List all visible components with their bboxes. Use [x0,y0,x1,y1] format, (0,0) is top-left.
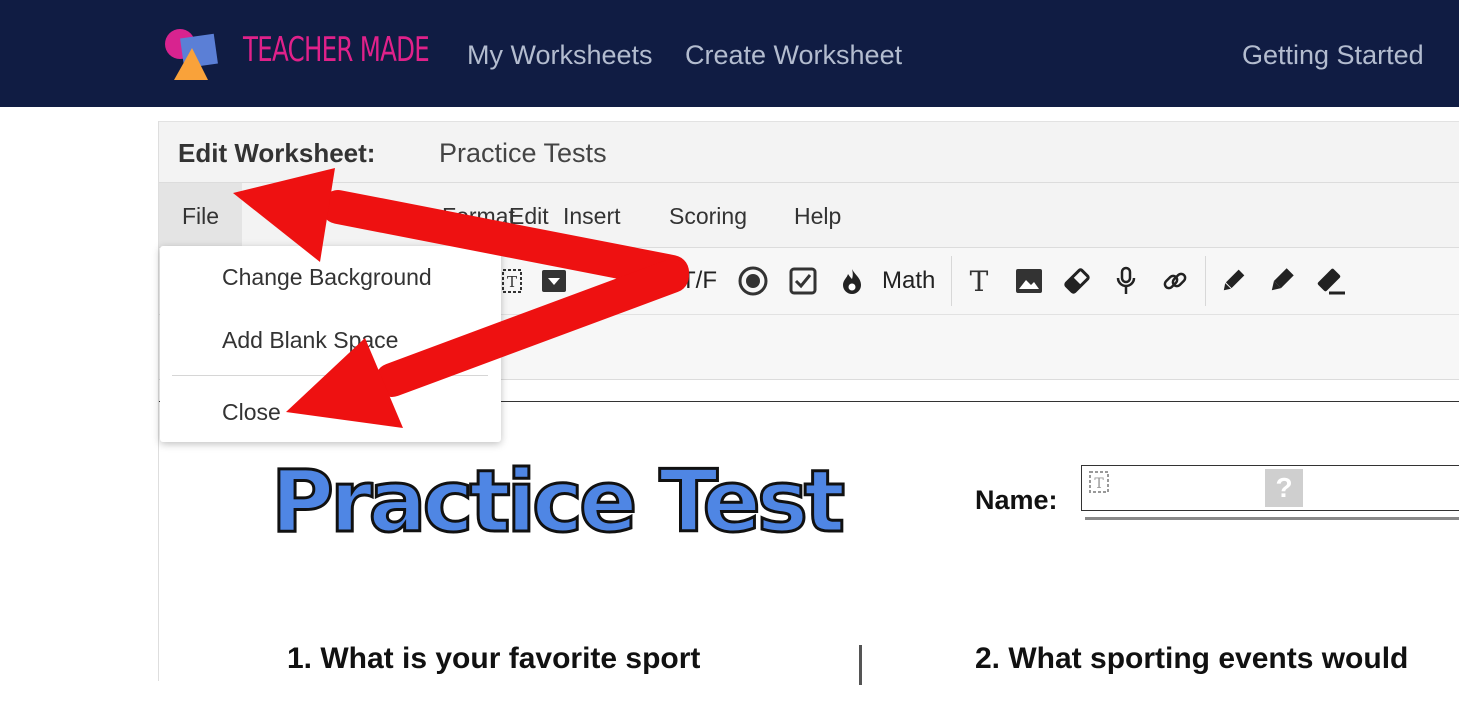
menu-insert[interactable]: Insert [563,203,621,230]
true-false-button[interactable]: T/F [681,265,717,297]
question-1: 1. What is your favorite sport [287,642,701,675]
nav-link-my-worksheets[interactable]: My Worksheets [467,40,653,71]
file-dropdown-menu: Change Background Add Blank Space Close [160,246,501,442]
fire-icon[interactable] [837,265,867,297]
help-button[interactable]: ? [1265,469,1303,507]
menu-item-change-background[interactable]: Change Background [222,264,432,291]
worksheet-heading: Practice Test [269,451,846,554]
name-answer-field[interactable]: T ? [1081,465,1459,511]
menu-file[interactable]: File [182,203,219,230]
eraser-icon[interactable] [1062,265,1092,297]
nav-link-create-worksheet[interactable]: Create Worksheet [685,40,902,71]
nav-link-getting-started[interactable]: Getting Started [1242,40,1424,71]
radio-icon[interactable] [737,265,769,297]
worksheet-title[interactable]: Practice Tests [439,138,607,169]
dropdown-icon[interactable] [539,265,569,297]
text-icon[interactable]: T [964,265,994,298]
name-underline [1085,517,1459,520]
link-icon[interactable] [1159,265,1191,297]
marker-icon[interactable] [1265,265,1297,297]
true-false-label: T/F [681,267,717,294]
svg-text:T: T [507,273,517,291]
highlighter-eraser-icon[interactable] [1314,265,1348,297]
checkbox-icon[interactable] [787,265,819,297]
edit-worksheet-label: Edit Worksheet: [178,138,376,168]
image-icon[interactable] [1014,265,1044,297]
toolbar-separator [1205,256,1206,306]
top-navigation-bar: TEACHER MADE My Worksheets Create Worksh… [0,0,1459,107]
editor-title-bar: Edit Worksheet: Practice Tests [159,121,1459,183]
editor-menu-bar: File Edit Format Insert Scoring Help [159,183,1459,248]
menu-format[interactable]: Format [442,203,515,230]
name-label: Name: [975,485,1058,515]
question-2: 2. What sporting events would [975,642,1409,675]
text-box-icon: T [1089,471,1109,493]
pencil-icon[interactable] [1217,265,1249,297]
menu-divider [172,375,488,376]
menu-scoring[interactable]: Scoring [669,203,747,230]
brand-name[interactable]: TEACHER MADE [243,30,430,70]
math-button[interactable]: Math [882,265,935,297]
menu-item-add-blank-space[interactable]: Add Blank Space [222,327,398,354]
toolbar-separator [951,256,952,306]
text-box-icon[interactable]: T [497,265,527,297]
teacher-made-logo-icon[interactable] [160,26,220,84]
svg-text:T: T [1094,476,1104,492]
menu-item-close[interactable]: Close [222,399,281,426]
audio-icon[interactable] [1111,265,1141,297]
math-label: Math [882,267,936,294]
menu-help[interactable]: Help [794,203,841,230]
column-divider [859,645,862,685]
